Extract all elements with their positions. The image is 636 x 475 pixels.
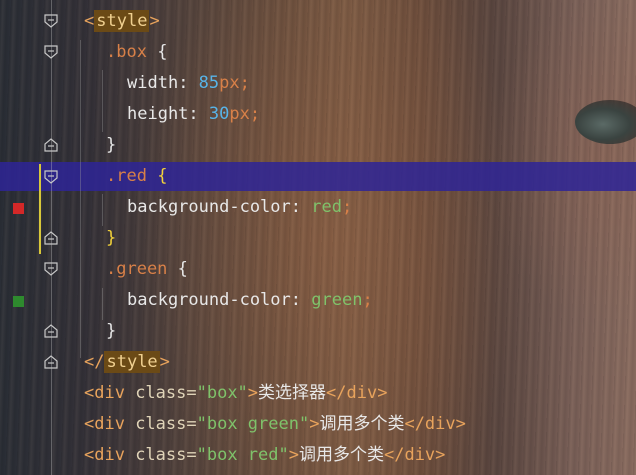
color-swatch-icon[interactable] xyxy=(13,296,24,307)
fold-open-icon[interactable] xyxy=(44,170,58,184)
attribute: class= xyxy=(124,383,197,403)
fold-close-icon[interactable] xyxy=(44,324,58,338)
css-selector: .box xyxy=(106,42,147,62)
css-number: 30 xyxy=(208,104,230,124)
scope-indicator xyxy=(39,164,41,254)
semicolon: ; xyxy=(362,290,373,310)
element-text: 调用多个类 xyxy=(319,414,405,434)
fold-close-icon[interactable] xyxy=(44,231,58,245)
semicolon: ; xyxy=(341,197,353,217)
tag-bracket: > xyxy=(309,414,320,434)
fold-close-icon[interactable] xyxy=(44,138,58,152)
colon: : xyxy=(178,73,199,93)
css-value: green xyxy=(311,290,363,310)
tag-open: <div xyxy=(84,383,125,403)
fold-open-icon[interactable] xyxy=(44,262,58,276)
indent-guide xyxy=(102,194,103,226)
tag-bracket: > xyxy=(288,445,299,465)
colon: : xyxy=(290,290,312,310)
css-property: height xyxy=(127,104,189,124)
attribute: class= xyxy=(124,414,197,434)
css-selector: .green xyxy=(106,259,168,279)
code-line-div-3[interactable]: <div class="box red">调用多个类</div> xyxy=(84,440,445,471)
css-selector: .red xyxy=(106,166,147,186)
tag-close: </div> xyxy=(404,414,466,434)
tag-name: style xyxy=(104,351,160,373)
tag-close: </div> xyxy=(383,445,446,465)
code-line-red-selector[interactable]: .red { xyxy=(106,161,167,192)
tag-bracket: > xyxy=(247,383,259,403)
css-unit: px xyxy=(219,73,240,93)
code-line-style-close[interactable]: </style > xyxy=(84,347,170,378)
attribute-value: "box green" xyxy=(196,414,310,434)
code-line-green-selector[interactable]: .green { xyxy=(106,254,188,285)
indent-guide xyxy=(102,288,103,320)
tag-open: <div xyxy=(84,414,125,434)
brace: } xyxy=(106,228,117,248)
element-text: 类选择器 xyxy=(258,383,327,403)
attribute: class= xyxy=(124,445,197,465)
code-line-div-2[interactable]: <div class="box green">调用多个类</div> xyxy=(84,409,466,440)
semicolon: ; xyxy=(239,73,250,93)
css-number: 85 xyxy=(198,73,220,93)
current-line-highlight xyxy=(0,162,636,191)
tag-name: style xyxy=(94,10,150,32)
code-line-div-1[interactable]: <div class="box">类选择器</div> xyxy=(84,378,387,409)
color-swatch-icon[interactable] xyxy=(13,203,24,214)
tag-bracket: > xyxy=(149,11,160,31)
tag-bracket: </ xyxy=(84,352,105,372)
tag-close: </div> xyxy=(326,383,388,403)
code-line-red-bg[interactable]: background-color: red; xyxy=(127,192,352,223)
tag-bracket: < xyxy=(84,11,95,31)
tag-bracket: > xyxy=(159,352,170,372)
element-text: 调用多个类 xyxy=(298,445,384,465)
background-eye xyxy=(575,100,636,144)
indent-guide xyxy=(80,40,81,358)
attribute-value: "box red" xyxy=(196,445,289,465)
brace: { xyxy=(177,259,188,279)
css-value: red xyxy=(311,197,342,217)
brace: } xyxy=(106,135,117,155)
code-line-green-close[interactable]: } xyxy=(106,316,116,347)
brace: { xyxy=(157,42,168,62)
brace: { xyxy=(157,166,168,186)
semicolon: ; xyxy=(249,104,261,124)
tag-open: <div xyxy=(84,445,125,465)
code-line-box-selector[interactable]: .box { xyxy=(106,37,167,68)
css-property: background-color xyxy=(127,290,291,310)
css-property: background-color xyxy=(127,197,291,217)
code-line-box-close[interactable]: } xyxy=(106,130,116,161)
code-line-green-bg[interactable]: background-color: green; xyxy=(127,285,373,316)
code-line-style-open[interactable]: < style > xyxy=(84,6,160,37)
css-unit: px xyxy=(229,104,250,124)
code-line-height[interactable]: height: 30px; xyxy=(127,99,260,130)
brace: } xyxy=(106,321,117,341)
indent-guide xyxy=(102,70,103,132)
code-line-width[interactable]: width: 85px; xyxy=(127,68,250,99)
colon: : xyxy=(188,104,209,124)
code-line-red-close[interactable]: } xyxy=(106,223,116,254)
attribute-value: "box" xyxy=(196,383,248,403)
fold-open-icon[interactable] xyxy=(44,14,58,28)
fold-close-icon[interactable] xyxy=(44,355,58,369)
css-property: width xyxy=(127,73,179,93)
colon: : xyxy=(290,197,312,217)
fold-open-icon[interactable] xyxy=(44,45,58,59)
